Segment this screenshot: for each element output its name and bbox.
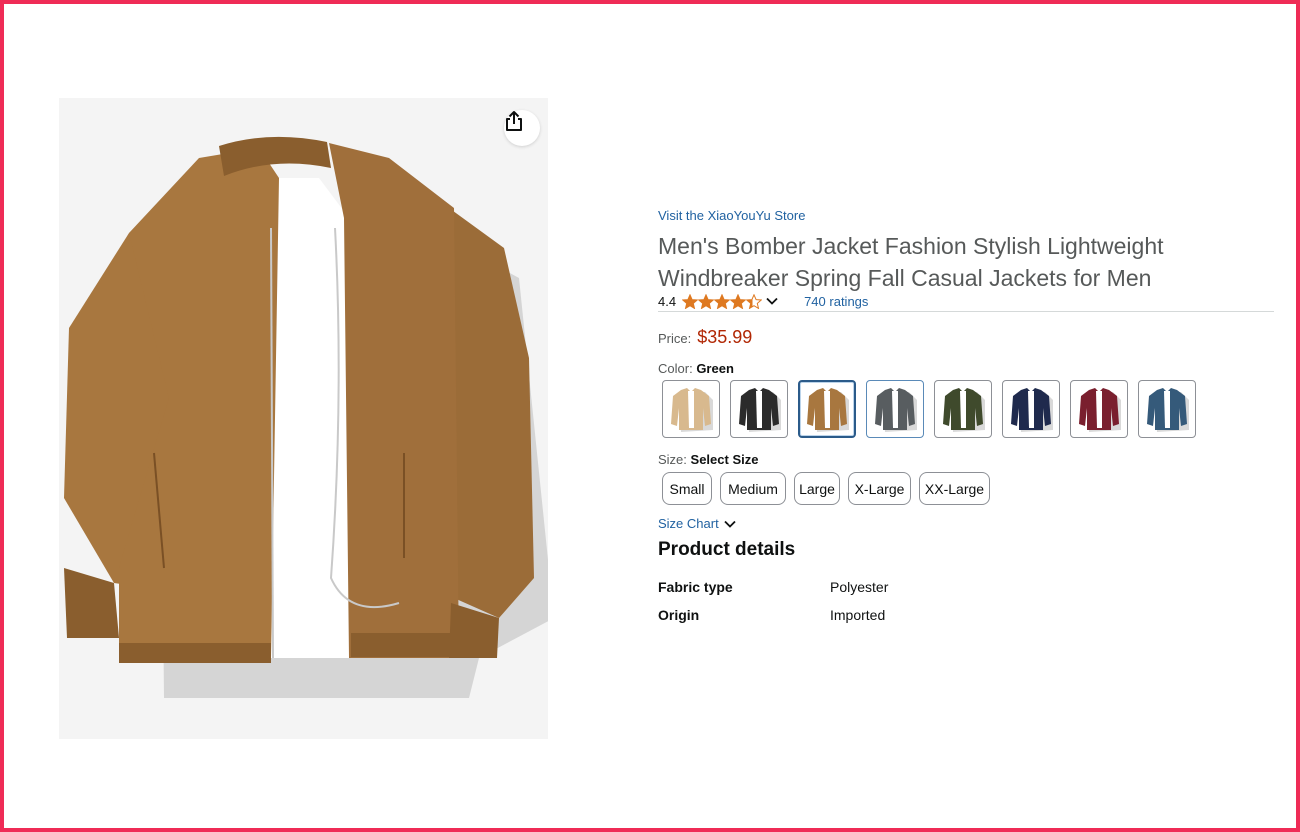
product-details-heading: Product details — [658, 539, 796, 560]
size-label: Size: — [658, 452, 687, 467]
color-swatch[interactable] — [934, 380, 992, 438]
product-title: Men's Bomber Jacket Fashion Stylish Ligh… — [658, 230, 1258, 294]
details-row: Origin Imported — [658, 607, 1058, 635]
jacket-thumbnail — [875, 388, 917, 432]
color-swatch[interactable] — [1138, 380, 1196, 438]
details-key: Origin — [658, 607, 700, 623]
selected-color-name: Green — [696, 361, 734, 376]
jacket-thumbnail — [671, 388, 713, 432]
star-icon — [746, 293, 763, 309]
size-chart-label: Size Chart — [658, 516, 719, 531]
star-rating[interactable] — [682, 293, 763, 309]
price-value: $35.99 — [697, 327, 753, 347]
price-row: Price: $35.99 — [658, 327, 752, 348]
jacket-thumbnail — [1079, 388, 1121, 432]
share-icon — [506, 111, 522, 131]
size-option[interactable]: Medium — [720, 472, 786, 505]
price-label: Price: — [658, 331, 692, 346]
color-swatch[interactable] — [730, 380, 788, 438]
jacket-illustration — [64, 136, 548, 698]
divider — [658, 311, 1274, 312]
star-icon — [730, 293, 747, 309]
share-button[interactable] — [504, 110, 540, 146]
color-swatch[interactable] — [662, 380, 720, 438]
product-title-line1: Men's Bomber Jacket Fashion Stylish Ligh… — [658, 233, 1164, 259]
star-icon — [698, 293, 715, 309]
size-option[interactable]: Large — [794, 472, 840, 505]
size-label-row: Size: Select Size — [658, 452, 758, 467]
color-swatch[interactable] — [1070, 380, 1128, 438]
size-option[interactable]: X-Large — [848, 472, 911, 505]
color-label: Color: — [658, 361, 693, 376]
details-value: Polyester — [830, 579, 889, 595]
color-label-row: Color: Green — [658, 361, 734, 376]
rating-dropdown-toggle[interactable] — [766, 297, 778, 305]
rating-row: 4.4 740 ratings — [658, 292, 868, 310]
star-icon — [714, 293, 731, 309]
store-link[interactable]: Visit the XiaoYouYu Store — [658, 208, 805, 223]
size-option[interactable]: Small — [662, 472, 712, 505]
product-details-table: Fabric type Polyester Origin Imported — [658, 579, 1058, 635]
size-option[interactable]: XX-Large — [919, 472, 990, 505]
jacket-thumbnail — [1011, 388, 1053, 432]
selected-size-name: Select Size — [690, 452, 759, 467]
chevron-down-icon — [766, 297, 778, 305]
color-swatch[interactable] — [1002, 380, 1060, 438]
color-swatch[interactable] — [798, 380, 856, 438]
ratings-count-link[interactable]: 740 ratings — [804, 294, 868, 309]
size-chart-link[interactable]: Size Chart — [658, 516, 736, 531]
details-key: Fabric type — [658, 579, 733, 595]
product-image[interactable] — [59, 98, 548, 739]
details-value: Imported — [830, 607, 886, 623]
jacket-thumbnail — [1147, 388, 1189, 432]
product-title-line2: Windbreaker Spring Fall Casual Jackets f… — [658, 265, 1152, 291]
details-row: Fabric type Polyester — [658, 579, 1058, 607]
jacket-thumbnail — [943, 388, 985, 432]
rating-value: 4.4 — [658, 293, 677, 309]
jacket-thumbnail — [807, 388, 849, 432]
jacket-thumbnail — [739, 388, 781, 432]
star-icon — [682, 293, 699, 309]
chevron-down-icon — [724, 520, 736, 528]
color-swatch[interactable] — [866, 380, 924, 438]
